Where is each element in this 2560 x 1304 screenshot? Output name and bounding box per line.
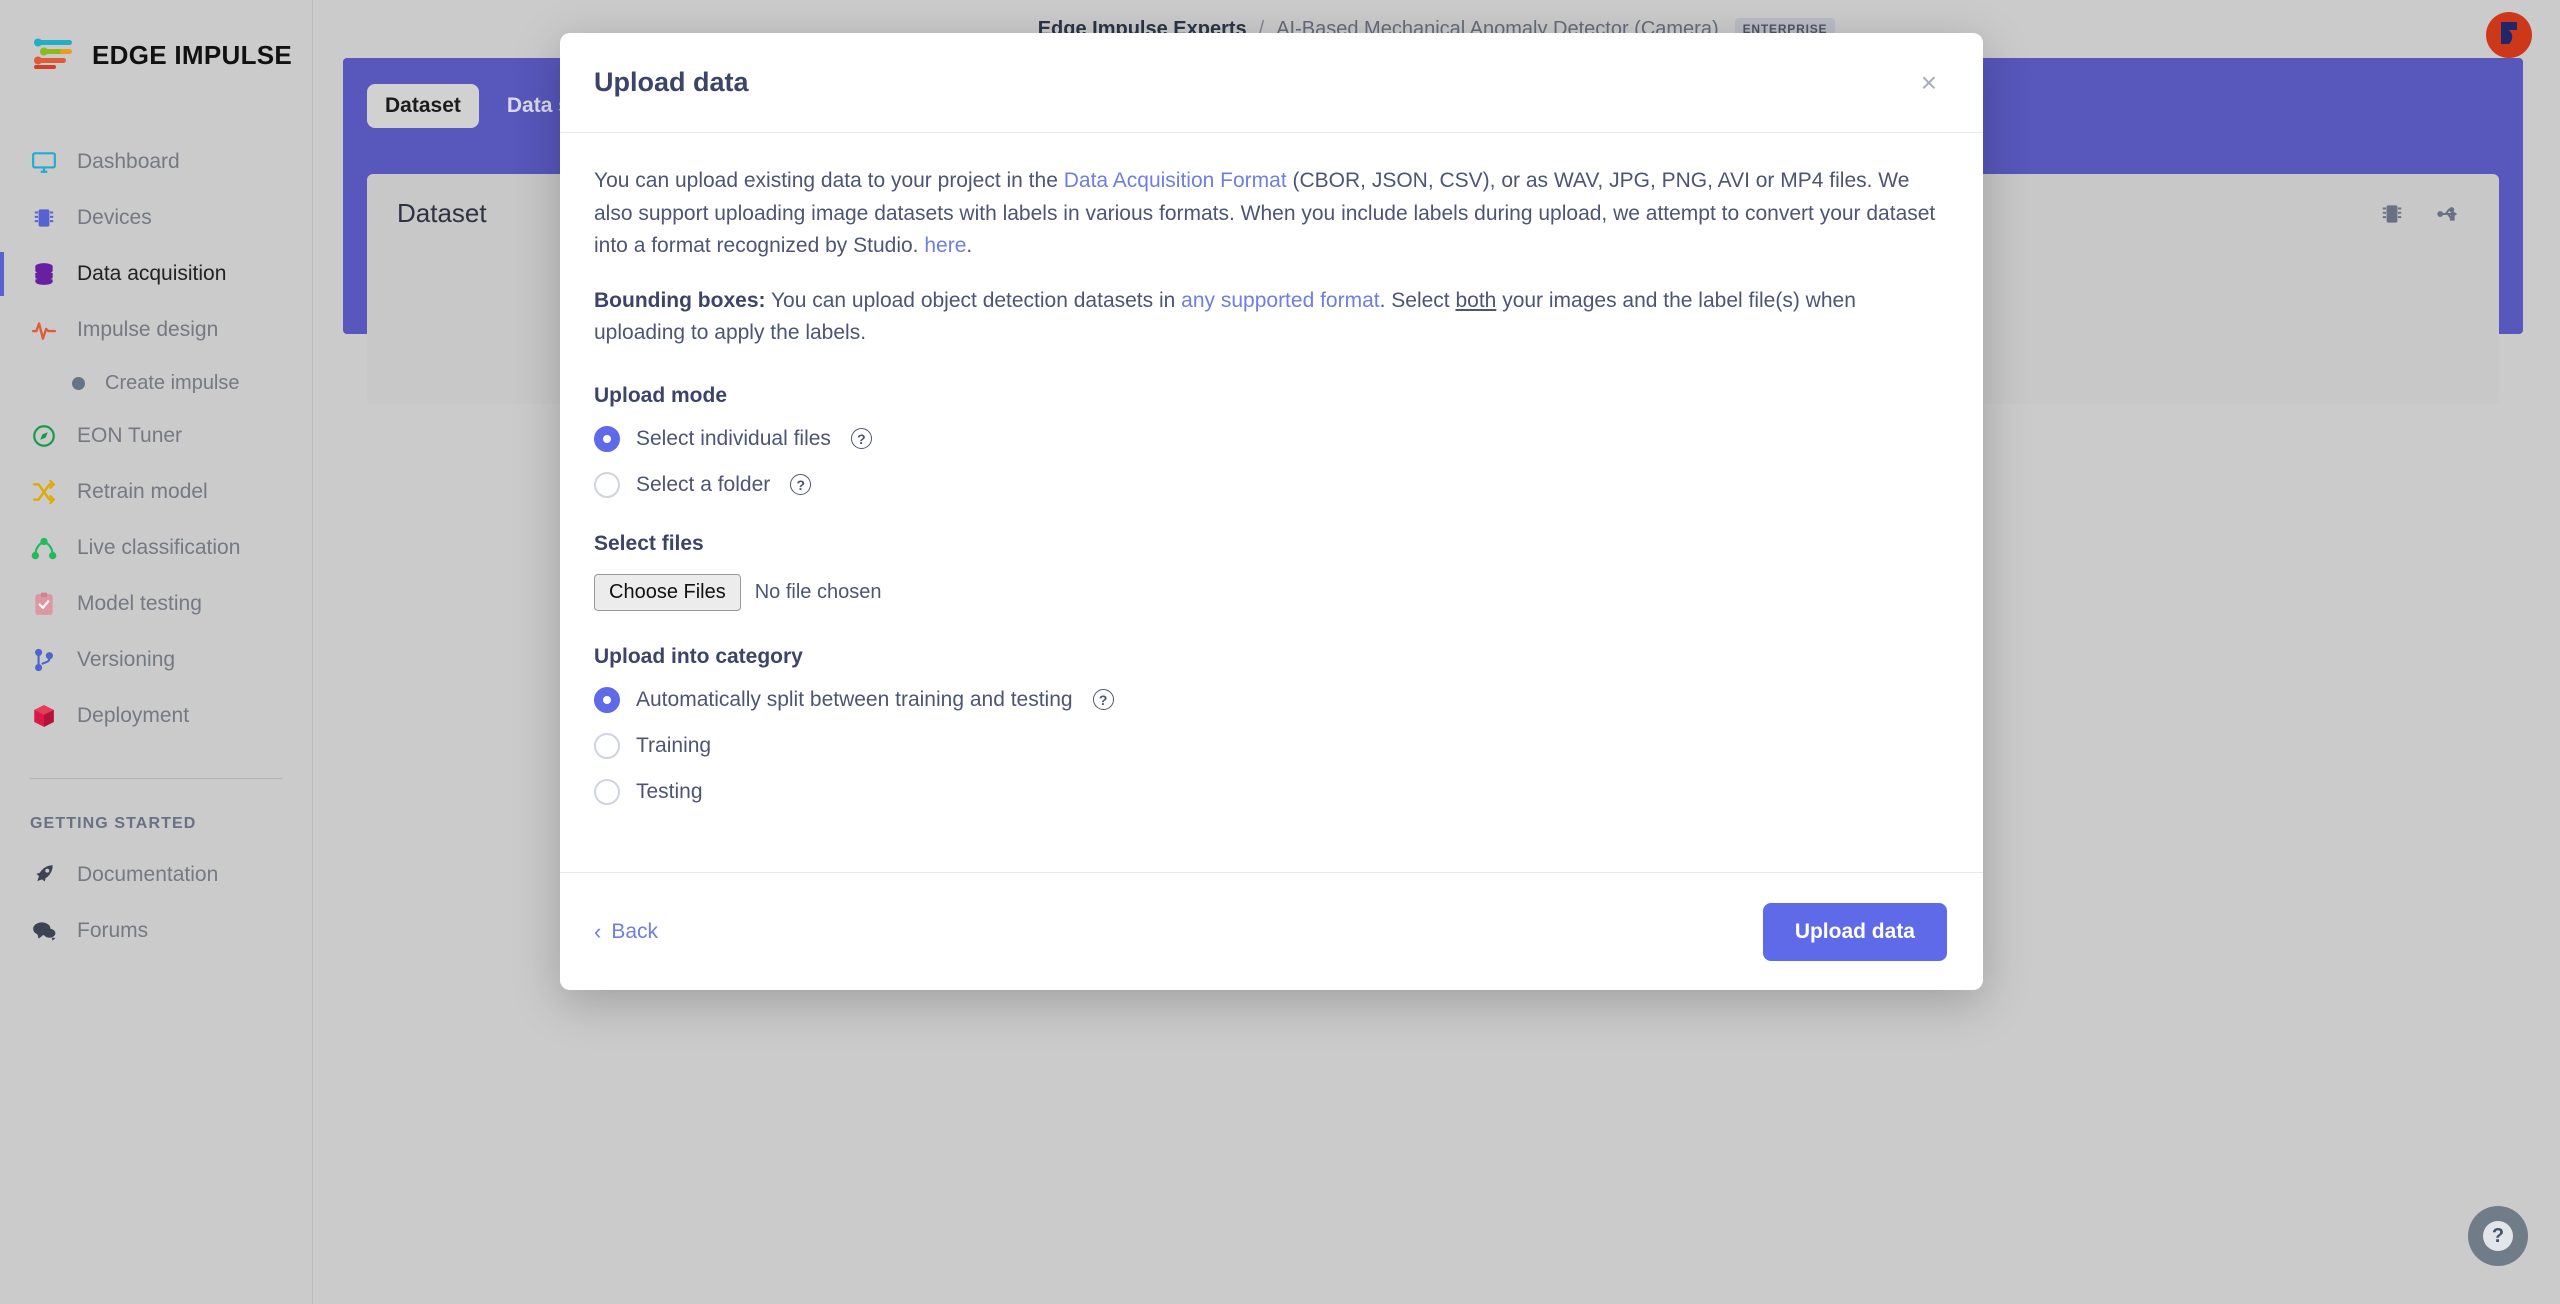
radio-label: Training <box>636 733 712 757</box>
radio-indicator[interactable] <box>594 471 620 498</box>
close-icon[interactable]: × <box>1911 65 1947 101</box>
radio-label: Testing <box>636 779 703 803</box>
modal-footer: ‹ Back Upload data <box>560 872 1983 990</box>
radio-auto-split[interactable]: Automatically split between training and… <box>594 686 1949 713</box>
bounding-text-b: . Select <box>1379 288 1456 312</box>
help-circle-icon[interactable]: ? <box>1092 689 1114 711</box>
choose-files-button[interactable]: Choose Files <box>594 573 741 611</box>
file-input-row[interactable]: Choose Files No file chosen <box>594 573 1949 611</box>
upload-mode-title: Upload mode <box>594 383 728 407</box>
radio-indicator[interactable] <box>594 732 620 759</box>
data-acquisition-format-link[interactable]: Data Acquisition Format <box>1064 169 1287 192</box>
bounding-both-emphasis: both <box>1455 288 1497 312</box>
bounding-boxes-label: Bounding boxes: <box>594 288 766 312</box>
modal-title: Upload data <box>594 67 749 97</box>
bounding-boxes-paragraph: Bounding boxes: You can upload object de… <box>594 285 1949 350</box>
app-root: EDGE IMPULSE Dashboard Devices Data acqu… <box>0 0 2560 1304</box>
bounding-text-a: You can upload object detection datasets… <box>765 288 1182 312</box>
intro-text-a: You can upload existing data to your pro… <box>594 169 1064 192</box>
any-supported-format-link[interactable]: any supported format <box>1181 289 1379 312</box>
back-label: Back <box>611 919 659 943</box>
file-status-label: No file chosen <box>754 580 882 603</box>
intro-paragraph: You can upload existing data to your pro… <box>594 165 1949 263</box>
upload-data-button[interactable]: Upload data <box>1762 902 1947 961</box>
here-link[interactable]: here <box>924 234 966 257</box>
help-circle-icon[interactable]: ? <box>790 474 812 496</box>
radio-select-a-folder[interactable]: Select a folder ? <box>594 471 1949 498</box>
upload-category-title: Upload into category <box>594 644 803 668</box>
select-files-title: Select files <box>594 531 704 555</box>
chevron-left-icon: ‹ <box>594 918 602 944</box>
radio-label: Select individual files <box>636 426 831 450</box>
back-button[interactable]: ‹ Back <box>594 920 658 944</box>
radio-indicator[interactable] <box>594 778 620 805</box>
radio-label: Automatically split between training and… <box>636 687 1073 711</box>
radio-label: Select a folder <box>636 472 771 496</box>
radio-indicator[interactable] <box>594 686 620 713</box>
modal-body: You can upload existing data to your pro… <box>560 133 1983 872</box>
intro-text-c: . <box>966 234 973 258</box>
radio-testing[interactable]: Testing <box>594 778 1949 805</box>
modal-header: Upload data × <box>560 33 1983 133</box>
help-circle-icon[interactable]: ? <box>850 428 872 450</box>
radio-indicator[interactable] <box>594 425 620 452</box>
upload-data-modal: Upload data × You can upload existing da… <box>560 33 1983 990</box>
radio-training[interactable]: Training <box>594 732 1949 759</box>
radio-select-individual-files[interactable]: Select individual files ? <box>594 425 1949 452</box>
